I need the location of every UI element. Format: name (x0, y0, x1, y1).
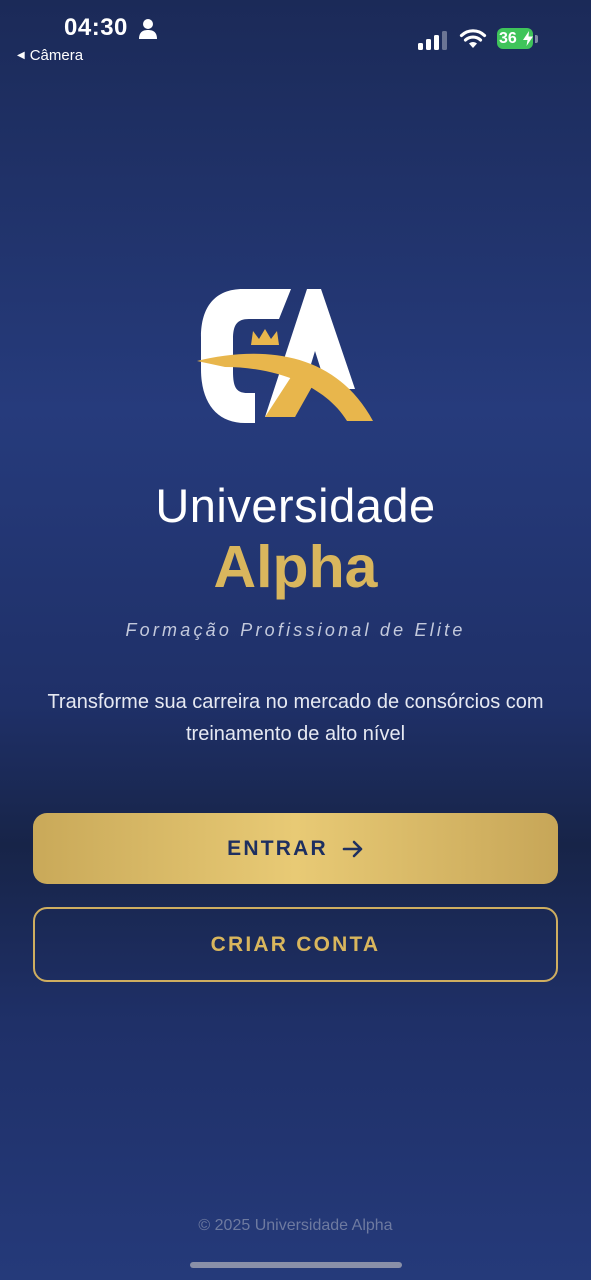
status-bar: 04:30 ◀ Câmera 36 (0, 0, 591, 70)
battery-icon: 36 (497, 28, 539, 50)
brand-name-line1: Universidade (155, 479, 436, 532)
battery-level: 36 (499, 30, 517, 47)
status-time: 04:30 (64, 14, 128, 41)
universidade-alpha-logo (197, 289, 373, 423)
copyright-footer: © 2025 Universidade Alpha (198, 1217, 393, 1234)
enter-button-label: ENTRAR (227, 836, 328, 860)
wifi-icon (459, 29, 487, 48)
brand-description: Transforme sua carreira no mercado de co… (47, 691, 544, 745)
create-account-button[interactable]: CRIAR CONTA (33, 907, 558, 982)
home-indicator[interactable] (190, 1262, 402, 1268)
create-account-label: CRIAR CONTA (210, 932, 381, 956)
arrow-right-icon (342, 840, 363, 857)
enter-button[interactable]: ENTRAR (33, 813, 558, 884)
back-arrow-icon: ◀ (17, 50, 25, 61)
back-to-camera-link[interactable]: ◀ Câmera (17, 47, 83, 64)
brand-name-line2: Alpha (213, 534, 378, 600)
signal-icon (418, 31, 447, 50)
back-label: Câmera (29, 47, 84, 64)
brand-tagline: Formação Profissional de Elite (125, 620, 466, 640)
person-icon (139, 19, 157, 39)
charging-bolt-icon (523, 31, 533, 46)
